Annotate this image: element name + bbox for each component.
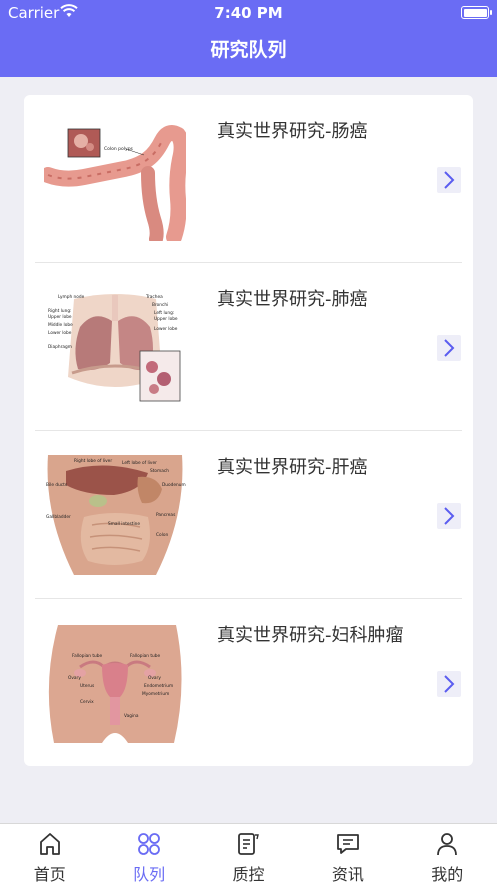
image-label: Uterus [80, 683, 95, 689]
image-label: Endometrium [144, 683, 173, 689]
tab-label: 质控 [232, 865, 265, 883]
study-title: 真实世界研究-肺癌 [217, 289, 368, 310]
study-row-colon-cancer[interactable]: Colon polyps 真实世界研究-肠癌 [24, 95, 473, 263]
image-label: Colon [156, 532, 168, 538]
tab-bar: 首页 队列 质控 资讯 我的 [0, 823, 497, 883]
navigation-bar: 研究队列 [0, 26, 497, 77]
image-label: Ovary [68, 675, 81, 681]
status-bar: Carrier 7:40 PM [0, 0, 497, 26]
image-label: Fallopian tube [72, 653, 103, 659]
page-title: 研究队列 [210, 39, 287, 61]
image-label: Left lung: [154, 310, 174, 316]
study-row-liver-cancer[interactable]: Right lobe of liver Left lobe of liver S… [24, 431, 473, 599]
liver-anatomy-image: Right lobe of liver Left lobe of liver S… [44, 455, 186, 577]
tab-profile[interactable]: 我的 [398, 824, 497, 883]
tab-news[interactable]: 资讯 [298, 824, 397, 883]
study-row-lung-cancer[interactable]: Lymph node Trachea Bronchi Right lung: U… [24, 263, 473, 431]
image-label: Bile ducts [46, 482, 68, 488]
study-title: 真实世界研究-肠癌 [217, 121, 368, 142]
clover-icon [138, 833, 160, 855]
image-label: Middle lobe [48, 322, 73, 328]
study-title: 真实世界研究-妇科肿瘤 [217, 625, 404, 646]
tab-cohort[interactable]: 队列 [99, 824, 198, 883]
image-label: Right lung: [48, 308, 72, 314]
battery-icon [461, 6, 492, 19]
image-label: Right lobe of liver [74, 458, 112, 464]
person-icon [437, 833, 458, 856]
tab-label: 我的 [431, 865, 464, 883]
image-label: Pancreas [156, 512, 176, 518]
chevron-right-icon[interactable] [437, 503, 461, 529]
image-label: Small intestine [108, 521, 140, 527]
clock: 7:40 PM [214, 4, 283, 22]
chevron-right-icon[interactable] [437, 167, 461, 193]
document-edit-icon [238, 833, 260, 855]
image-label: Fallopian tube [130, 653, 161, 659]
chevron-right-icon[interactable] [437, 671, 461, 697]
image-label: Stomach [150, 468, 169, 474]
tab-label: 队列 [133, 865, 166, 883]
image-label: Bronchi [152, 302, 168, 308]
colon-anatomy-image: Colon polyps [44, 119, 186, 241]
tab-label: 首页 [33, 865, 66, 883]
image-label: Myometrium [142, 691, 169, 697]
image-label: Upper lobe [154, 316, 178, 322]
image-label: Duodenum [162, 482, 186, 488]
chevron-right-icon[interactable] [437, 335, 461, 361]
image-label: Ovary [148, 675, 161, 681]
female-reproductive-anatomy-image: Fallopian tube Fallopian tube Ovary Ovar… [44, 623, 186, 745]
image-label: Left lobe of liver [122, 460, 157, 466]
image-label: Lymph node [58, 294, 85, 300]
study-row-gynecologic-tumor[interactable]: Fallopian tube Fallopian tube Ovary Ovar… [24, 599, 473, 767]
image-label: Cervix [80, 699, 94, 705]
message-icon [336, 834, 359, 854]
study-title: 真实世界研究-肝癌 [217, 457, 368, 478]
image-label: Upper lobe [48, 314, 72, 320]
tab-home[interactable]: 首页 [0, 824, 99, 883]
tab-label: 资讯 [331, 865, 364, 883]
study-list: Colon polyps 真实世界研究-肠癌 Lymph node Trache… [24, 95, 473, 766]
image-label: Lower lobe [154, 326, 178, 332]
image-label: Trachea [145, 294, 163, 300]
image-label: Gallbladder [46, 514, 71, 520]
image-label: Lower lobe [48, 330, 72, 336]
home-icon [39, 833, 60, 855]
image-label: Vagina [124, 713, 139, 719]
tab-quality-control[interactable]: 质控 [199, 824, 298, 883]
lung-anatomy-image: Lymph node Trachea Bronchi Right lung: U… [44, 287, 186, 409]
image-label: Diaphragm [48, 344, 72, 350]
image-caption: Colon polyps [104, 146, 134, 152]
